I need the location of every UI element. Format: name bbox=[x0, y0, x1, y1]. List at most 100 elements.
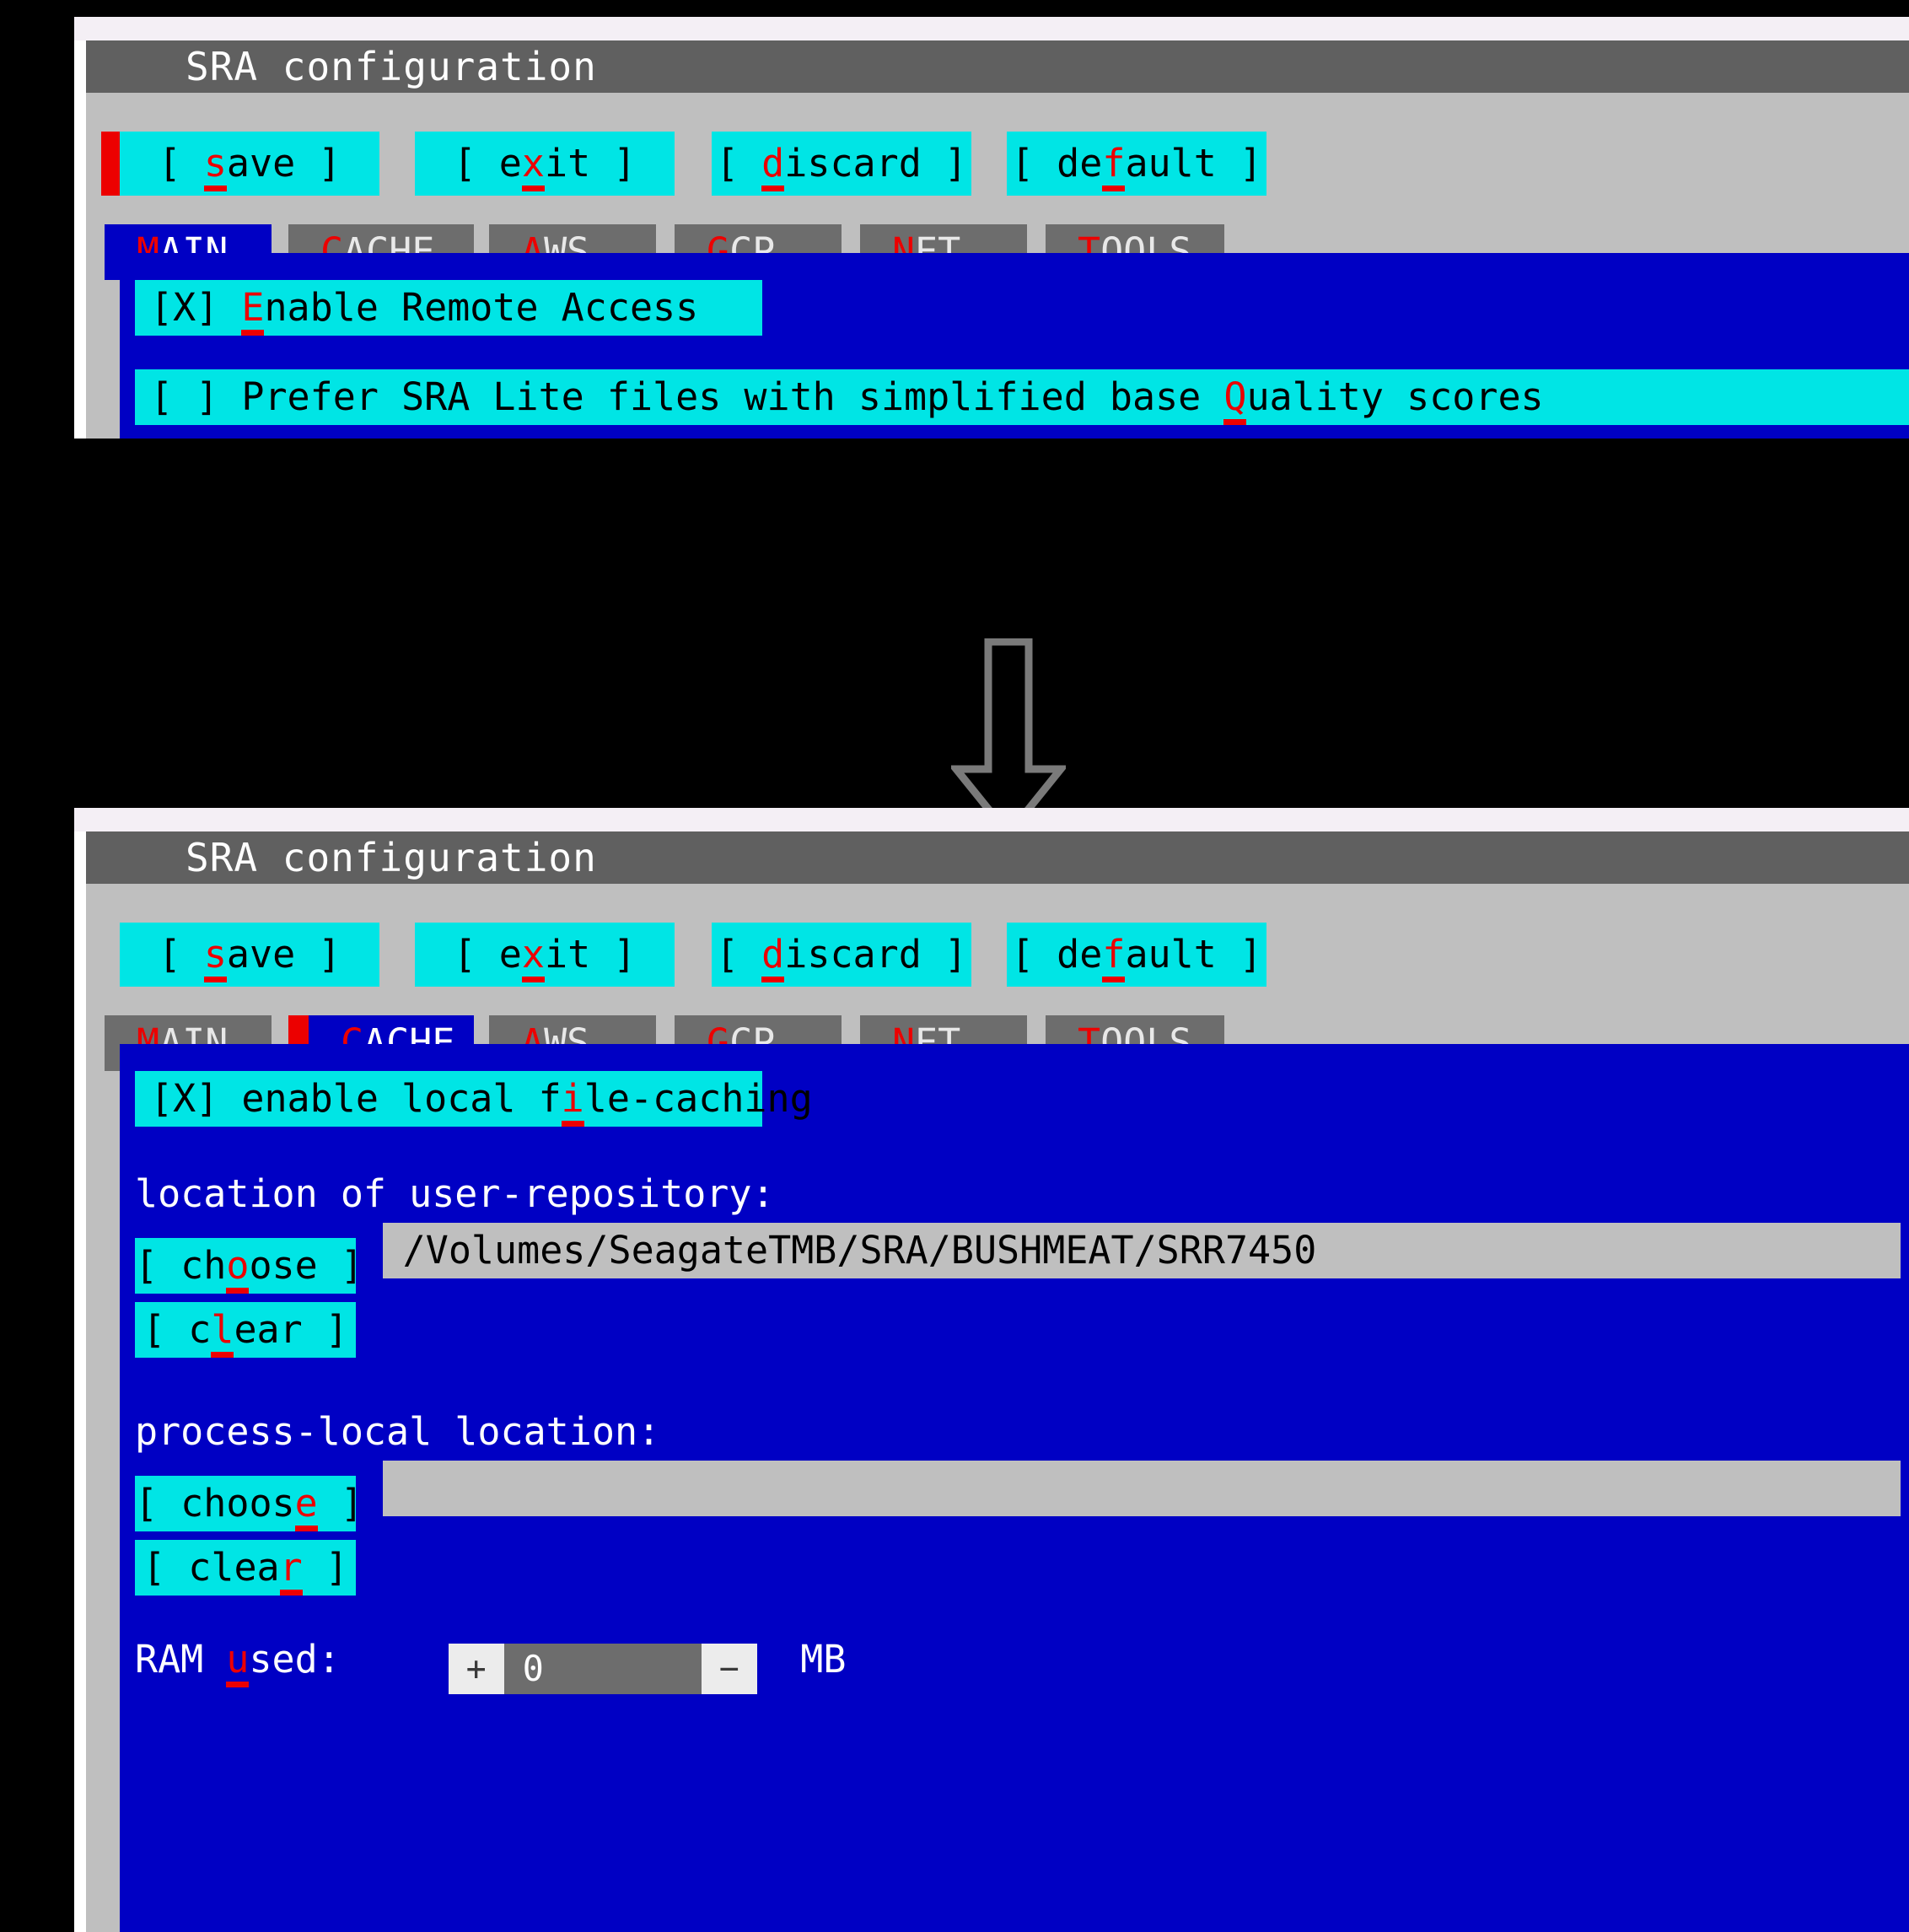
choose-label-post: ] bbox=[317, 1481, 363, 1526]
user-repository-row: [ choose ] /Volumes/SeagateTMB/SRA/BUSHM… bbox=[135, 1223, 1901, 1294]
choose-accel: e bbox=[294, 1481, 318, 1531]
save-accel: s bbox=[203, 141, 227, 191]
checkbox-enable-remote-access[interactable]: [X] Enable Remote Access bbox=[135, 280, 762, 336]
ram-label-post: sed: bbox=[249, 1637, 341, 1682]
clear-label-post: ear ] bbox=[234, 1307, 348, 1352]
exit-accel: x bbox=[521, 141, 545, 191]
toolbar-cache: [ save ] [ exit ] [ discard ] [ default … bbox=[86, 923, 1909, 987]
window-body-main: SRA configuration [ save ] [ exit ] [ di… bbox=[86, 40, 1909, 439]
page-title: SRA configuration bbox=[86, 40, 1909, 93]
default-label-post: ault ] bbox=[1125, 932, 1263, 977]
checkbox-prefer-sra-lite-row: [ ] Prefer SRA Lite files with simplifie… bbox=[135, 369, 1909, 425]
ram-unit-label: MB bbox=[800, 1637, 847, 1682]
default-label-pre: [ de bbox=[1010, 141, 1103, 186]
discard-button[interactable]: [ discard ] bbox=[712, 132, 971, 196]
user-repository-label-text: location of user-repository: bbox=[135, 1171, 775, 1216]
exit-label-pre: [ e bbox=[453, 932, 522, 977]
clear-process-local-button[interactable]: [ clear ] bbox=[135, 1540, 356, 1596]
discard-accel: d bbox=[761, 141, 785, 191]
save-button[interactable]: [ save ] bbox=[120, 923, 379, 987]
process-local-label: process-local location: bbox=[135, 1407, 660, 1457]
default-label-post: ault ] bbox=[1125, 141, 1263, 186]
default-accel: f bbox=[1102, 932, 1126, 982]
save-label-post: ave ] bbox=[226, 932, 341, 977]
ram-accel: u bbox=[226, 1637, 250, 1687]
window-title-strip bbox=[74, 808, 1909, 831]
save-label-pre: [ bbox=[158, 141, 204, 186]
ram-value-field[interactable]: 0 bbox=[503, 1643, 702, 1694]
default-button[interactable]: [ default ] bbox=[1007, 923, 1266, 987]
panel-main-content: [X] Enable Remote Access [ ] Prefer SRA … bbox=[120, 253, 1909, 439]
choose-accel: o bbox=[226, 1243, 250, 1294]
discard-label-pre: [ bbox=[715, 141, 762, 186]
clear-user-repository-button[interactable]: [ clear ] bbox=[135, 1302, 356, 1358]
checkbox-box-glyph: [X] bbox=[150, 1076, 219, 1121]
clear-process-local-row: [ clear ] bbox=[135, 1540, 356, 1596]
focus-cursor-bar bbox=[101, 132, 120, 196]
user-repository-path-value: /Volumes/SeagateTMB/SRA/BUSHMEAT/SRR7450 bbox=[402, 1228, 1317, 1273]
toolbar-main: [ save ] [ exit ] [ discard ] [ default … bbox=[86, 132, 1909, 196]
discard-label-post: iscard ] bbox=[784, 141, 968, 186]
save-label-pre: [ bbox=[158, 932, 204, 977]
ram-decrement-button[interactable]: − bbox=[701, 1643, 757, 1694]
checkbox-enable-remote-access-row: [X] Enable Remote Access bbox=[135, 280, 762, 336]
clear-label-pre: [ clea bbox=[143, 1545, 280, 1590]
user-repository-path-field[interactable]: /Volumes/SeagateTMB/SRA/BUSHMEAT/SRR7450 bbox=[382, 1223, 1901, 1278]
clear-accel: r bbox=[279, 1545, 303, 1596]
window-title-strip bbox=[74, 17, 1909, 40]
clear-label-pre: [ c bbox=[143, 1307, 212, 1352]
exit-label-post: it ] bbox=[545, 141, 637, 186]
checkbox-enable-file-caching[interactable]: [X] enable local file-caching bbox=[135, 1071, 813, 1127]
checkbox-label-post: uality scores bbox=[1246, 374, 1544, 419]
exit-accel: x bbox=[521, 932, 545, 982]
choose-label-pre: [ choos bbox=[135, 1481, 295, 1526]
exit-label-pre: [ e bbox=[453, 141, 522, 186]
sra-config-window-main: SRA configuration [ save ] [ exit ] [ di… bbox=[74, 17, 1909, 439]
checkbox-accel: i bbox=[561, 1076, 584, 1127]
discard-button[interactable]: [ discard ] bbox=[712, 923, 971, 987]
ram-used-label: RAM used: bbox=[135, 1634, 405, 1687]
choose-process-local-button[interactable]: [ choose ] bbox=[135, 1476, 363, 1531]
save-label-post: ave ] bbox=[226, 141, 341, 186]
save-accel: s bbox=[203, 932, 227, 982]
choose-user-repository-button[interactable]: [ choose ] bbox=[135, 1238, 363, 1294]
default-button[interactable]: [ default ] bbox=[1007, 132, 1266, 196]
discard-label-pre: [ bbox=[715, 932, 762, 977]
save-button[interactable]: [ save ] bbox=[120, 132, 379, 196]
exit-label-post: it ] bbox=[545, 932, 637, 977]
choose-label-pre: [ ch bbox=[135, 1243, 227, 1288]
exit-button[interactable]: [ exit ] bbox=[415, 923, 675, 987]
default-label-pre: [ de bbox=[1010, 932, 1103, 977]
ram-label-pre: RAM bbox=[135, 1637, 227, 1682]
ram-used-row: RAM used: + 0 − MB bbox=[135, 1634, 846, 1694]
checkbox-label-pre: Prefer SRA Lite files with simplified ba… bbox=[218, 374, 1224, 419]
checkbox-box-glyph: [ ] bbox=[150, 374, 219, 419]
checkbox-label-post: le-caching bbox=[583, 1076, 813, 1121]
user-repository-label: location of user-repository: bbox=[135, 1169, 775, 1219]
checkbox-box-glyph: [X] bbox=[150, 285, 219, 330]
window-body-cache: SRA configuration [ save ] [ exit ] [ di… bbox=[86, 831, 1909, 1932]
checkbox-accel: Q bbox=[1223, 374, 1247, 425]
clear-label-post: ] bbox=[302, 1545, 348, 1590]
checkbox-label-post: nable Remote Access bbox=[264, 285, 699, 330]
exit-button[interactable]: [ exit ] bbox=[415, 132, 675, 196]
ram-quantity-stepper[interactable]: + 0 − bbox=[448, 1643, 757, 1694]
checkbox-enable-file-caching-row: [X] enable local file-caching bbox=[135, 1071, 813, 1127]
process-local-label-text: process-local location: bbox=[135, 1409, 661, 1454]
discard-label-post: iscard ] bbox=[784, 932, 968, 977]
checkbox-accel: E bbox=[241, 285, 265, 336]
default-accel: f bbox=[1102, 141, 1126, 191]
page-title: SRA configuration bbox=[86, 831, 1909, 884]
process-local-row: [ choose ] bbox=[135, 1461, 1901, 1531]
checkbox-label-pre bbox=[218, 285, 241, 330]
sra-config-window-cache: SRA configuration [ save ] [ exit ] [ di… bbox=[74, 808, 1909, 1932]
process-local-path-field[interactable] bbox=[382, 1461, 1901, 1516]
ram-increment-button[interactable]: + bbox=[448, 1643, 504, 1694]
clear-user-repository-row: [ clear ] bbox=[135, 1302, 356, 1358]
clear-accel: l bbox=[211, 1307, 234, 1358]
choose-label-post: ose ] bbox=[249, 1243, 363, 1288]
panel-cache-content: [X] enable local file-caching location o… bbox=[120, 1044, 1909, 1932]
discard-accel: d bbox=[761, 932, 785, 982]
checkbox-label-pre: enable local f bbox=[218, 1076, 562, 1121]
checkbox-prefer-sra-lite[interactable]: [ ] Prefer SRA Lite files with simplifie… bbox=[135, 369, 1909, 425]
